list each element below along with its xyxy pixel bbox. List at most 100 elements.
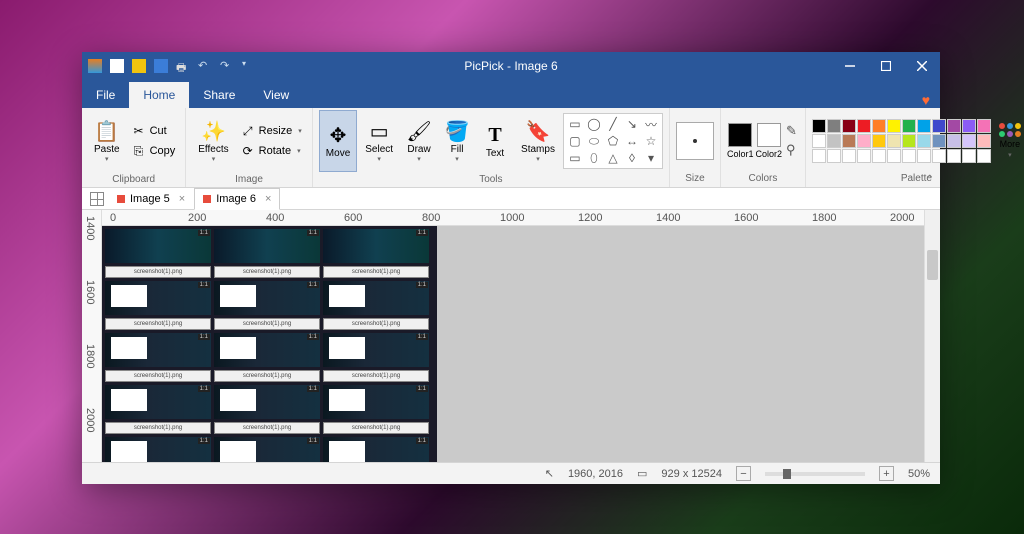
palette-swatch[interactable]	[842, 119, 856, 133]
copy-button[interactable]: ⎘Copy	[128, 142, 180, 161]
shape-callout-icon[interactable]: ◊	[623, 150, 641, 166]
move-tool[interactable]: ✥Move	[319, 110, 357, 172]
shapes-gallery[interactable]: ▭◯╱↘〰 ▢⬭⬠↔☆ ▭⬯△◊▾	[563, 113, 663, 169]
fill-tool[interactable]: 🪣Fill▾	[439, 110, 475, 172]
color1-button[interactable]: Color1	[727, 123, 754, 159]
pencil-icon[interactable]: ✎	[786, 123, 797, 139]
shape-rect2-icon[interactable]: ▭	[566, 150, 584, 166]
shape-circle-icon[interactable]: ◯	[585, 116, 603, 132]
palette-swatch[interactable]	[857, 149, 871, 163]
qat-dropdown-icon[interactable]: ▾	[242, 59, 256, 73]
color2-button[interactable]: Color2	[755, 123, 782, 159]
palette-swatch[interactable]	[872, 134, 886, 148]
shape-roundrect-icon[interactable]: ▢	[566, 133, 584, 149]
palette-swatch[interactable]	[872, 119, 886, 133]
tab-grid-icon[interactable]	[90, 192, 104, 206]
undo-icon[interactable]: ↶	[198, 59, 212, 73]
palette-swatch[interactable]	[902, 149, 916, 163]
palette-swatch[interactable]	[947, 119, 961, 133]
palette-swatch[interactable]	[962, 134, 976, 148]
doc-tab[interactable]: Image 5×	[108, 188, 194, 210]
zoom-in-button[interactable]: +	[879, 466, 894, 481]
minimize-button[interactable]	[832, 52, 868, 80]
shape-oval-icon[interactable]: ⬯	[585, 150, 603, 166]
palette-swatch[interactable]	[932, 149, 946, 163]
palette-swatch[interactable]	[917, 149, 931, 163]
shape-tri-icon[interactable]: △	[604, 150, 622, 166]
close-button[interactable]	[904, 52, 940, 80]
group-palette: More ▾ Palette	[806, 108, 1024, 187]
palette-swatch[interactable]	[917, 119, 931, 133]
paste-button[interactable]: 📋 Paste ▾	[88, 110, 126, 172]
shape-curve-icon[interactable]: 〰	[642, 116, 660, 132]
shape-star-icon[interactable]: ☆	[642, 133, 660, 149]
palette-swatch[interactable]	[962, 149, 976, 163]
color-palette[interactable]	[812, 119, 991, 163]
palette-swatch[interactable]	[902, 134, 916, 148]
palette-swatch[interactable]	[917, 134, 931, 148]
palette-swatch[interactable]	[812, 149, 826, 163]
tab-close-icon[interactable]: ×	[265, 193, 271, 205]
zoom-out-button[interactable]: −	[736, 466, 751, 481]
palette-swatch[interactable]	[932, 134, 946, 148]
doc-tab[interactable]: Image 6×	[194, 188, 280, 210]
palette-swatch[interactable]	[857, 119, 871, 133]
palette-swatch[interactable]	[887, 134, 901, 148]
palette-swatch[interactable]	[827, 134, 841, 148]
palette-swatch[interactable]	[857, 134, 871, 148]
palette-swatch[interactable]	[812, 119, 826, 133]
stamps-tool[interactable]: 🔖Stamps▾	[515, 110, 561, 172]
effects-button[interactable]: ✨ Effects ▾	[192, 110, 234, 172]
rotate-button[interactable]: ⟳Rotate▾	[237, 142, 306, 161]
draw-tool[interactable]: 🖌Draw▾	[401, 110, 437, 172]
shape-ellipse-icon[interactable]: ⬭	[585, 133, 603, 149]
cut-button[interactable]: ✂Cut	[128, 122, 180, 141]
canvas-area[interactable]: 1:11:11:1screenshot(1).pngscreenshot(1).…	[102, 226, 924, 462]
palette-swatch[interactable]	[827, 149, 841, 163]
size-preview[interactable]	[676, 122, 714, 160]
collapse-ribbon-icon[interactable]: ⌃	[926, 174, 934, 185]
palette-swatch[interactable]	[977, 134, 991, 148]
save-icon[interactable]	[154, 59, 168, 73]
resize-icon: ⤢	[241, 124, 255, 138]
zoom-slider[interactable]	[765, 472, 865, 476]
tab-share[interactable]: Share	[189, 82, 249, 108]
text-tool[interactable]: TText	[477, 110, 513, 172]
open-icon[interactable]	[132, 59, 146, 73]
new-icon[interactable]	[110, 59, 124, 73]
palette-swatch[interactable]	[947, 149, 961, 163]
palette-swatch[interactable]	[872, 149, 886, 163]
maximize-button[interactable]	[868, 52, 904, 80]
tab-close-icon[interactable]: ×	[179, 193, 185, 205]
palette-swatch[interactable]	[812, 134, 826, 148]
shape-darrow-icon[interactable]: ↔	[623, 133, 641, 149]
select-tool[interactable]: ▭Select▾	[359, 110, 399, 172]
palette-swatch[interactable]	[932, 119, 946, 133]
palette-swatch[interactable]	[887, 119, 901, 133]
tab-home[interactable]: Home	[129, 82, 189, 108]
palette-swatch[interactable]	[962, 119, 976, 133]
shape-poly-icon[interactable]: ⬠	[604, 133, 622, 149]
palette-swatch[interactable]	[977, 149, 991, 163]
redo-icon[interactable]: ↷	[220, 59, 234, 73]
vertical-scrollbar[interactable]	[924, 210, 940, 462]
shape-rect-icon[interactable]: ▭	[566, 116, 584, 132]
palette-swatch[interactable]	[977, 119, 991, 133]
resize-button[interactable]: ⤢Resize▾	[237, 122, 306, 141]
palette-swatch[interactable]	[947, 134, 961, 148]
eyedropper-icon[interactable]: ⚲	[786, 142, 797, 158]
palette-swatch[interactable]	[887, 149, 901, 163]
palette-swatch[interactable]	[842, 134, 856, 148]
heart-icon[interactable]: ♥	[912, 92, 940, 108]
shape-line-icon[interactable]: ╱	[604, 116, 622, 132]
palette-swatch[interactable]	[842, 149, 856, 163]
shape-arrow-icon[interactable]: ↘	[623, 116, 641, 132]
more-colors-button[interactable]: More ▾	[999, 123, 1021, 159]
canvas[interactable]: 1:11:11:1screenshot(1).pngscreenshot(1).…	[102, 226, 437, 462]
palette-swatch[interactable]	[827, 119, 841, 133]
tab-view[interactable]: View	[249, 82, 303, 108]
print-icon[interactable]: 🖶	[176, 59, 190, 73]
palette-swatch[interactable]	[902, 119, 916, 133]
shape-more-icon[interactable]: ▾	[642, 150, 660, 166]
tab-file[interactable]: File	[82, 82, 129, 108]
